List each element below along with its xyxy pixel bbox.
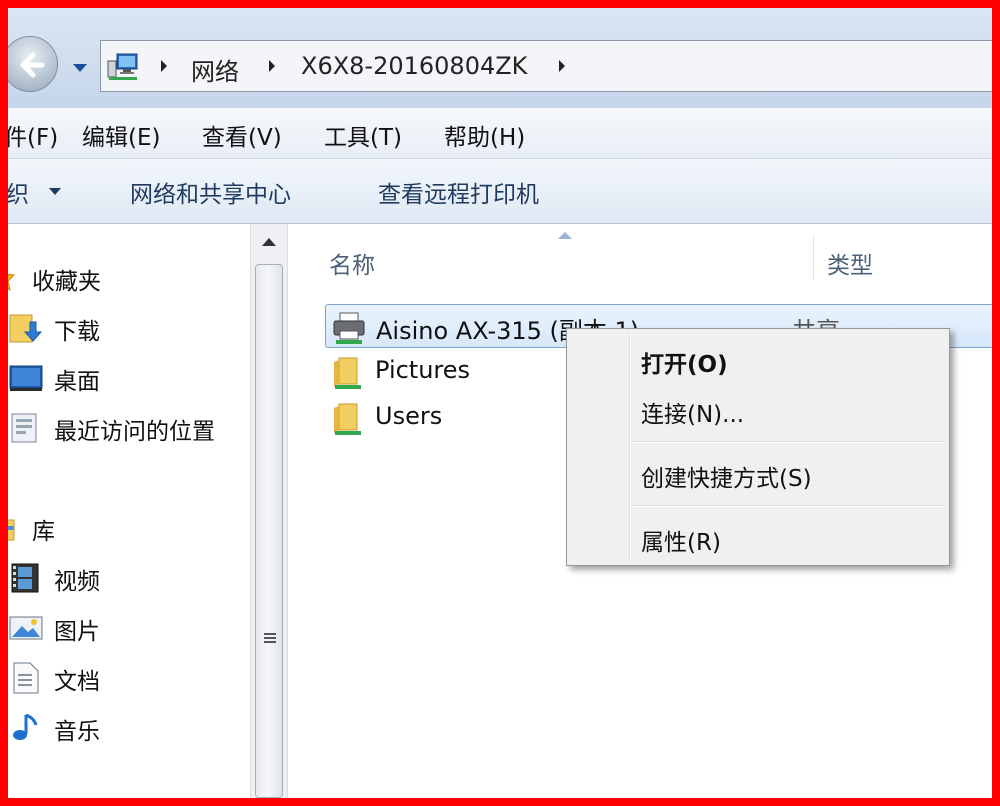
breadcrumb-arrow-icon[interactable]	[557, 58, 567, 74]
nav-pictures[interactable]: 图片	[8, 608, 248, 648]
menu-bar: 件(F) 编辑(E) 查看(V) 工具(T) 帮助(H)	[8, 108, 992, 159]
nav-favorites[interactable]: 收藏夹	[8, 258, 248, 298]
explorer-window: 网络 X6X8-20160804ZK 件(F) 编辑(E) 查看(V) 工具(T…	[8, 8, 992, 798]
menu-edit[interactable]: 编辑(E)	[82, 118, 160, 152]
breadcrumb-network[interactable]: 网络	[191, 52, 239, 87]
nav-videos[interactable]: 视频	[8, 558, 248, 598]
grip-icon	[264, 633, 276, 643]
nav-scrollbar[interactable]	[250, 224, 288, 798]
nav-documents[interactable]: 文档	[8, 658, 248, 698]
recent-places-icon	[11, 413, 37, 443]
star-icon	[8, 273, 16, 292]
context-create-shortcut[interactable]: 创建快捷方式(S)	[641, 459, 812, 493]
breadcrumb-arrow-icon[interactable]	[267, 58, 277, 74]
view-remote-printers-button[interactable]: 查看远程打印机	[378, 175, 539, 209]
context-separator	[633, 441, 943, 443]
network-sharing-center-button[interactable]: 网络和共享中心	[130, 175, 291, 209]
nav-libraries[interactable]: 库	[8, 508, 248, 548]
menu-help[interactable]: 帮助(H)	[444, 118, 525, 152]
organize-button[interactable]: 织	[8, 175, 29, 209]
music-note-icon	[13, 713, 38, 740]
context-properties[interactable]: 属性(R)	[641, 523, 721, 557]
shared-folder-icon	[334, 403, 361, 435]
library-icon	[8, 519, 15, 541]
nav-downloads[interactable]: 下载	[8, 308, 248, 348]
nav-recent-places[interactable]: 最近访问的位置	[8, 408, 248, 448]
video-icon	[11, 563, 39, 593]
context-menu: 打开(O) 连接(N)... 创建快捷方式(S) 属性(R)	[566, 328, 950, 566]
navigation-pane: 收藏夹 下载 桌面 最近访问的位置 库 视频 图片 文档 音乐	[8, 224, 250, 798]
column-header-type[interactable]: 类型	[827, 246, 873, 280]
desktop-icon	[9, 365, 43, 391]
menu-tools[interactable]: 工具(T)	[324, 118, 402, 152]
address-bar-area: 网络 X6X8-20160804ZK	[8, 8, 992, 108]
picture-icon	[9, 616, 43, 640]
column-header-name[interactable]: 名称	[329, 246, 375, 280]
sort-ascending-icon	[558, 232, 572, 239]
column-divider[interactable]	[813, 234, 814, 280]
download-folder-icon	[9, 314, 43, 343]
back-button[interactable]	[8, 36, 58, 92]
scroll-up-icon[interactable]	[251, 224, 287, 260]
context-open[interactable]: 打开(O)	[641, 345, 728, 379]
context-menu-gutter	[629, 333, 631, 561]
nav-music[interactable]: 音乐	[8, 708, 248, 748]
document-icon	[13, 662, 39, 694]
computer-network-icon	[107, 53, 138, 80]
scrollbar-thumb[interactable]	[255, 264, 283, 798]
breadcrumb-computer[interactable]: X6X8-20160804ZK	[301, 52, 527, 80]
nav-desktop[interactable]: 桌面	[8, 358, 248, 398]
history-dropdown-icon[interactable]	[70, 60, 90, 76]
arrow-left-icon	[20, 52, 45, 78]
menu-file[interactable]: 件(F)	[8, 118, 58, 152]
breadcrumb-arrow-icon[interactable]	[159, 58, 169, 74]
command-bar: 织 网络和共享中心 查看远程打印机	[8, 159, 992, 224]
printer-icon	[333, 312, 365, 344]
context-connect[interactable]: 连接(N)...	[641, 395, 744, 429]
address-input[interactable]: 网络 X6X8-20160804ZK	[100, 40, 992, 92]
chevron-down-icon	[49, 188, 61, 195]
menu-view[interactable]: 查看(V)	[202, 118, 282, 152]
shared-folder-icon	[334, 357, 361, 389]
context-separator	[633, 505, 943, 507]
